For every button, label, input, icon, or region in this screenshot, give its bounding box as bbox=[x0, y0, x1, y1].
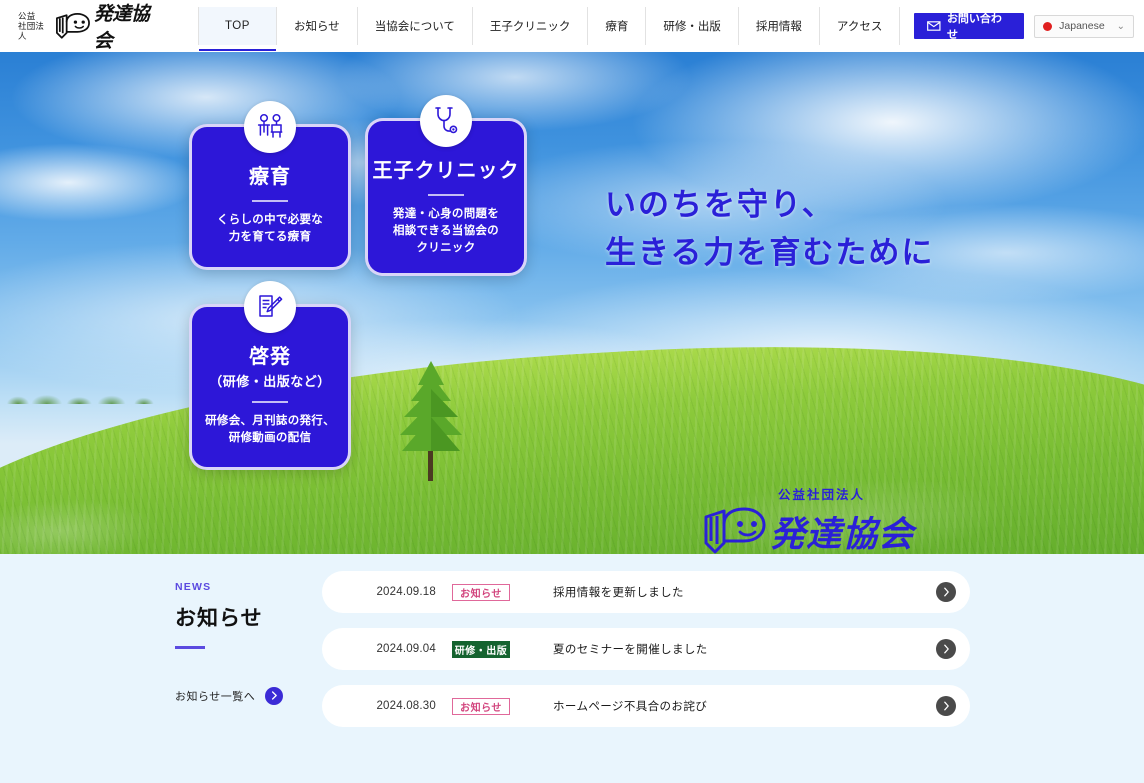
nav-item-recruit[interactable]: 採用情報 bbox=[739, 7, 820, 45]
hero-section: 療育 くらしの中で必要な 力を育てる療育 王子クリニック 発達・心身の問題を 相… bbox=[0, 52, 1144, 554]
card-desc-line2: 研修動画の配信 bbox=[228, 432, 312, 445]
primary-navigation: TOP お知らせ 当協会について 王子クリニック 療育 研修・出版 採用情報 ア… bbox=[197, 0, 901, 52]
news-title: ホームページ不具合のお詫び bbox=[553, 701, 708, 713]
news-title: 夏のセミナーを開催しました bbox=[553, 644, 708, 656]
card-divider bbox=[428, 194, 464, 196]
japan-flag-dot-icon bbox=[1043, 21, 1053, 31]
service-card-ryoiku[interactable]: 療育 くらしの中で必要な 力を育てる療育 bbox=[189, 101, 351, 270]
two-children-icon bbox=[257, 113, 283, 138]
document-pencil-icon bbox=[259, 295, 283, 317]
news-section: NEWS お知らせ お知らせ一覧へ 2024.09.18 お知らせ 採用情報を更… bbox=[0, 554, 1144, 783]
service-card-keihatsu[interactable]: 啓発 （研修・出版など） 研修会、月刊誌の発行、 研修動画の配信 bbox=[189, 281, 351, 470]
news-title: 採用情報を更新しました bbox=[553, 587, 684, 599]
nav-label: 採用情報 bbox=[755, 21, 802, 33]
brand-prefix-line1: 公益 bbox=[18, 11, 36, 21]
card-title: 王子クリニック bbox=[372, 160, 520, 182]
contact-button[interactable]: お問い合わせ bbox=[914, 13, 1025, 41]
contact-button-label: お問い合わせ bbox=[946, 13, 1002, 41]
brand-name: 発達協会 bbox=[93, 4, 150, 52]
distant-treeline bbox=[0, 378, 180, 404]
news-category-tag: 研修・出版 bbox=[452, 640, 510, 658]
nav-label: TOP bbox=[224, 20, 250, 32]
news-heading-block: NEWS お知らせ お知らせ一覧へ bbox=[175, 581, 305, 705]
chevron-right-icon[interactable] bbox=[936, 696, 956, 716]
chevron-right-icon[interactable] bbox=[936, 582, 956, 602]
news-list-item[interactable]: 2024.09.18 お知らせ 採用情報を更新しました bbox=[322, 571, 970, 613]
card-description: 研修会、月刊誌の発行、 研修動画の配信 bbox=[192, 413, 348, 447]
hero-tagline-line1: いのちを守り、 bbox=[605, 187, 835, 222]
card-description: くらしの中で必要な 力を育てる療育 bbox=[192, 212, 348, 246]
nav-item-ryoiku[interactable]: 療育 bbox=[588, 7, 647, 45]
card-desc-line2: 力を育てる療育 bbox=[228, 231, 312, 244]
card-badge bbox=[244, 281, 296, 333]
nav-item-about[interactable]: 当協会について bbox=[358, 7, 473, 45]
service-card-clinic[interactable]: 王子クリニック 発達・心身の問題を 相談できる当協会の クリニック bbox=[365, 95, 527, 276]
nav-item-clinic[interactable]: 王子クリニック bbox=[473, 7, 589, 45]
card-desc-line1: くらしの中で必要な bbox=[216, 214, 324, 226]
lone-tree bbox=[400, 361, 462, 481]
hero-watermark-name: 発達協会 bbox=[770, 514, 915, 554]
envelope-icon bbox=[927, 21, 941, 31]
news-category-tag: お知らせ bbox=[452, 697, 510, 715]
news-heading-divider bbox=[175, 646, 205, 649]
news-list: 2024.09.18 お知らせ 採用情報を更新しました 2024.09.04 研… bbox=[322, 571, 970, 742]
news-heading: お知らせ bbox=[175, 607, 263, 630]
card-desc-line2: 相談できる当協会の bbox=[393, 225, 499, 238]
nav-label: 王子クリニック bbox=[489, 21, 571, 33]
card-title: 啓発 bbox=[249, 346, 291, 368]
hero-watermark-prefix: 公益社団法人 bbox=[778, 488, 866, 502]
hero-watermark-logo: 公益社団法人 発達協会 bbox=[700, 484, 914, 554]
card-title: 療育 bbox=[249, 166, 291, 188]
site-logo[interactable]: 公益 社団法人 発達協会 bbox=[18, 0, 166, 53]
hero-tagline-line2: 生きる力を育むために bbox=[605, 235, 935, 271]
nav-label: アクセス bbox=[836, 21, 883, 33]
person-hand-logo-icon bbox=[55, 12, 90, 39]
chevron-down-icon: ⌄ bbox=[1116, 20, 1125, 32]
nav-item-training-publishing[interactable]: 研修・出版 bbox=[646, 7, 739, 45]
news-eyebrow: NEWS bbox=[175, 581, 212, 593]
card-badge bbox=[244, 101, 296, 153]
brand-prefix-line2: 社団法人 bbox=[18, 21, 45, 41]
nav-item-top[interactable]: TOP bbox=[197, 7, 277, 51]
hero-tagline: いのちを守り、 生きる力を育むために bbox=[605, 181, 934, 277]
stethoscope-icon bbox=[435, 107, 458, 134]
card-description: 発達・心身の問題を 相談できる当協会の クリニック bbox=[368, 206, 524, 257]
nav-item-access[interactable]: アクセス bbox=[820, 7, 901, 45]
chevron-right-icon[interactable] bbox=[936, 639, 956, 659]
nav-label: 研修・出版 bbox=[663, 21, 721, 33]
news-date: 2024.09.04 bbox=[376, 643, 436, 655]
news-category-tag: お知らせ bbox=[452, 583, 510, 601]
card-divider bbox=[252, 401, 288, 403]
card-desc-line1: 研修会、月刊誌の発行、 bbox=[205, 415, 335, 427]
language-select-value: Japanese bbox=[1059, 20, 1105, 32]
news-list-item[interactable]: 2024.09.04 研修・出版 夏のセミナーを開催しました bbox=[322, 628, 970, 670]
nav-label: 当協会について bbox=[374, 21, 455, 33]
site-header: 公益 社団法人 発達協会 TOP お知らせ 当協会について 王子クリニック 療育… bbox=[0, 0, 1144, 52]
news-date: 2024.09.18 bbox=[376, 586, 436, 598]
card-title-paren: （研修・出版など） bbox=[209, 374, 331, 389]
chevron-right-icon bbox=[265, 686, 284, 705]
card-badge bbox=[420, 95, 472, 147]
card-desc-line3: クリニック bbox=[416, 242, 476, 255]
nav-label: お知らせ bbox=[293, 21, 340, 33]
person-hand-logo-icon bbox=[704, 507, 766, 554]
hero-watermark-row: 発達協会 bbox=[700, 505, 914, 554]
nav-active-underline bbox=[198, 49, 276, 51]
card-divider bbox=[252, 200, 288, 202]
news-view-all-label: お知らせ一覧へ bbox=[175, 690, 256, 703]
news-view-all-link[interactable]: お知らせ一覧へ bbox=[175, 686, 305, 705]
news-date: 2024.08.30 bbox=[376, 700, 436, 712]
language-select[interactable]: Japanese ⌄ bbox=[1034, 14, 1134, 38]
card-desc-line1: 発達・心身の問題を bbox=[392, 208, 500, 220]
nav-item-news[interactable]: お知らせ bbox=[277, 7, 358, 45]
news-list-item[interactable]: 2024.08.30 お知らせ ホームページ不具合のお詫び bbox=[322, 685, 970, 727]
brand-prefix: 公益 社団法人 bbox=[18, 11, 53, 41]
news-inner: NEWS お知らせ お知らせ一覧へ 2024.09.18 お知らせ 採用情報を更… bbox=[0, 554, 1144, 783]
nav-label: 療育 bbox=[605, 21, 629, 33]
